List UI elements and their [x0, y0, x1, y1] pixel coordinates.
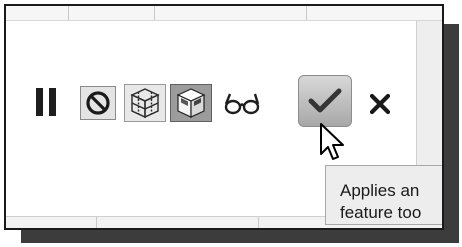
panel-divider: [258, 217, 259, 228]
geometry-preview-button[interactable]: [124, 84, 166, 122]
panel-divider: [154, 6, 155, 20]
cancel-button[interactable]: [366, 90, 394, 118]
mouse-pointer-icon: [320, 123, 344, 160]
close-icon: [369, 93, 391, 115]
apply-tooltip: Applies an feature too: [325, 165, 442, 225]
checkmark-icon: [308, 88, 342, 113]
panel-divider: [68, 6, 69, 20]
tooltip-line-2: feature too: [340, 203, 422, 222]
panel-divider: [306, 6, 307, 20]
apply-button[interactable]: [298, 75, 352, 127]
shaded-box-icon: [176, 88, 206, 118]
glasses-icon: [224, 93, 260, 115]
attached-geometry-button[interactable]: [170, 84, 212, 122]
top-panel-strip: [6, 6, 442, 21]
prohibited-icon: [86, 91, 110, 115]
no-geometry-button[interactable]: [80, 86, 116, 120]
pause-button[interactable]: [34, 86, 60, 118]
verify-button[interactable]: [222, 90, 262, 116]
application-window: Applies an feature too: [4, 4, 444, 230]
panel-divider: [96, 217, 97, 228]
tooltip-line-1: Applies an: [340, 181, 420, 200]
wireframe-box-icon: [130, 88, 160, 119]
pause-icon: [36, 88, 56, 116]
